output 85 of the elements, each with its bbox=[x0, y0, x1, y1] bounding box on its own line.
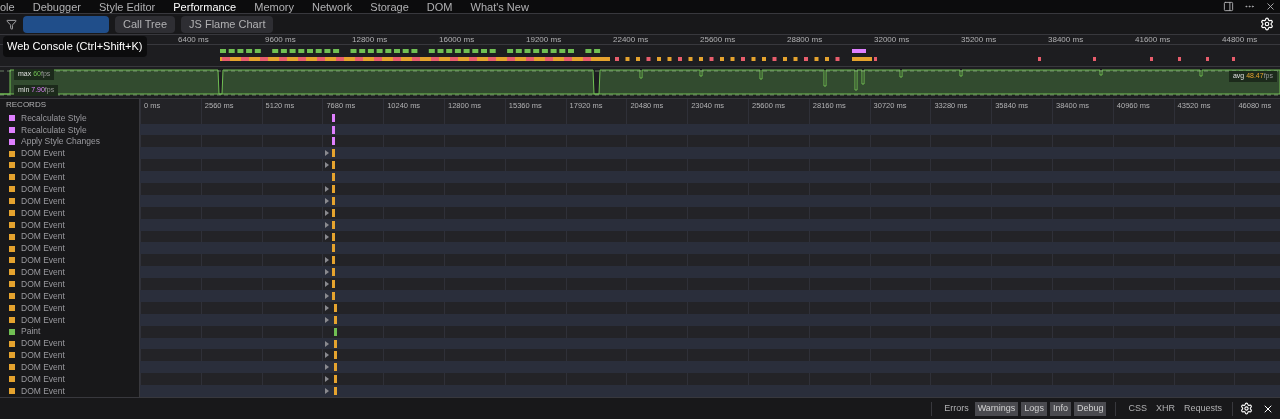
view-tab[interactable]: Call Tree bbox=[115, 15, 176, 33]
console-filter-button[interactable]: Requests bbox=[1180, 401, 1225, 416]
record-row[interactable]: DOM Event bbox=[0, 385, 139, 397]
time-tick: 44800 ms bbox=[1222, 34, 1258, 46]
expand-arrow-icon[interactable] bbox=[325, 304, 329, 311]
record-row[interactable]: DOM Event bbox=[0, 195, 139, 207]
record-bar bbox=[334, 339, 337, 348]
record-row[interactable]: DOM Event bbox=[0, 302, 139, 314]
tooltip: Web Console (Ctrl+Shift+K) bbox=[3, 36, 147, 57]
record-row[interactable]: DOM Event bbox=[0, 278, 139, 291]
view-tab[interactable]: JS Flame Chart bbox=[181, 15, 274, 33]
record-bar bbox=[334, 315, 337, 324]
dock-icon[interactable] bbox=[1223, 1, 1234, 12]
toolbox-tab[interactable]: Network bbox=[303, 0, 362, 13]
record-row[interactable]: DOM Event bbox=[0, 159, 139, 172]
record-row[interactable]: Recalculate Style bbox=[0, 112, 139, 124]
record-row[interactable]: DOM Event bbox=[0, 254, 139, 267]
console-filter-button[interactable]: XHR bbox=[1152, 401, 1178, 416]
record-row[interactable]: DOM Event bbox=[0, 230, 139, 243]
console-filter-button[interactable]: CSS bbox=[1125, 401, 1150, 416]
record-row[interactable]: DOM Event bbox=[0, 218, 139, 231]
record-row[interactable]: DOM Event bbox=[0, 361, 139, 374]
time-tick: 25600 ms bbox=[700, 34, 736, 46]
settings-icon[interactable] bbox=[1240, 402, 1253, 415]
time-tick: 28800 ms bbox=[787, 34, 823, 46]
toolbox-tab[interactable]: Storage bbox=[361, 0, 418, 13]
time-tick: 19200 ms bbox=[526, 34, 562, 46]
toolbox-tab[interactable]: Style Editor bbox=[90, 0, 165, 13]
record-row[interactable]: Paint bbox=[0, 325, 139, 338]
record-row[interactable]: Recalculate Style bbox=[0, 123, 139, 136]
toolbox-tab[interactable]: DOM bbox=[417, 0, 462, 13]
record-bar bbox=[334, 387, 337, 396]
records-header: RECORDS bbox=[6, 99, 46, 112]
record-bar bbox=[332, 208, 335, 217]
toolbox-tab[interactable]: Memory bbox=[245, 0, 303, 13]
close-icon[interactable] bbox=[1265, 1, 1276, 12]
record-row[interactable]: Apply Style Changes bbox=[0, 135, 139, 148]
record-bar bbox=[332, 268, 335, 277]
time-tick: 12800 ms bbox=[352, 34, 388, 46]
record-row[interactable]: DOM Event bbox=[0, 183, 139, 196]
record-row[interactable]: DOM Event bbox=[0, 147, 139, 160]
filter-icon[interactable] bbox=[6, 18, 17, 30]
record-bar bbox=[332, 256, 335, 265]
record-row[interactable]: DOM Event bbox=[0, 266, 139, 279]
settings-icon[interactable] bbox=[1260, 17, 1274, 31]
record-row[interactable]: DOM Event bbox=[0, 373, 139, 386]
record-bar bbox=[334, 375, 337, 384]
record-row[interactable]: DOM Event bbox=[0, 171, 139, 184]
record-bar bbox=[332, 220, 335, 229]
toolbox-tab[interactable]: Performance bbox=[164, 0, 246, 13]
record-bar bbox=[334, 363, 337, 372]
record-bar bbox=[332, 161, 335, 170]
time-tick: 41600 ms bbox=[1135, 34, 1171, 46]
record-bar bbox=[334, 351, 337, 360]
record-row[interactable]: DOM Event bbox=[0, 207, 139, 219]
record-bar bbox=[332, 196, 335, 205]
console-filter-button[interactable]: Logs bbox=[1021, 401, 1047, 416]
record-row[interactable]: DOM Event bbox=[0, 242, 139, 255]
record-row[interactable]: DOM Event bbox=[0, 290, 139, 302]
record-bar bbox=[334, 303, 337, 312]
time-tick: 32000 ms bbox=[874, 34, 910, 46]
expand-arrow-icon[interactable] bbox=[325, 316, 329, 323]
time-tick: 9600 ms bbox=[265, 34, 296, 46]
record-bar bbox=[332, 232, 335, 241]
console-filter-button[interactable]: Errors bbox=[941, 401, 972, 416]
record-row[interactable]: DOM Event bbox=[0, 337, 139, 350]
time-tick: 16000 ms bbox=[439, 34, 475, 46]
record-bar bbox=[332, 184, 335, 193]
expand-arrow-icon[interactable] bbox=[325, 340, 329, 347]
console-filter-button[interactable]: Warnings bbox=[974, 401, 1019, 416]
console-filter-button[interactable]: Info bbox=[1049, 401, 1071, 416]
time-tick: 22400 ms bbox=[613, 34, 649, 46]
record-bar bbox=[332, 292, 335, 300]
record-bar bbox=[332, 280, 335, 289]
console-filter-button[interactable]: Debug bbox=[1073, 401, 1107, 416]
toolbox-tab[interactable]: Debugger bbox=[23, 0, 90, 13]
toolbox-tab[interactable]: What's New bbox=[461, 0, 538, 13]
expand-arrow-icon[interactable] bbox=[325, 364, 329, 371]
record-row[interactable]: DOM Event bbox=[0, 313, 139, 326]
time-tick: 6400 ms bbox=[178, 34, 209, 46]
toolbox-tab[interactable]: ole bbox=[0, 0, 24, 13]
time-tick: 38400 ms bbox=[1048, 34, 1084, 46]
time-tick: 35200 ms bbox=[961, 34, 997, 46]
record-bar bbox=[332, 149, 335, 158]
record-row[interactable]: DOM Event bbox=[0, 349, 139, 362]
